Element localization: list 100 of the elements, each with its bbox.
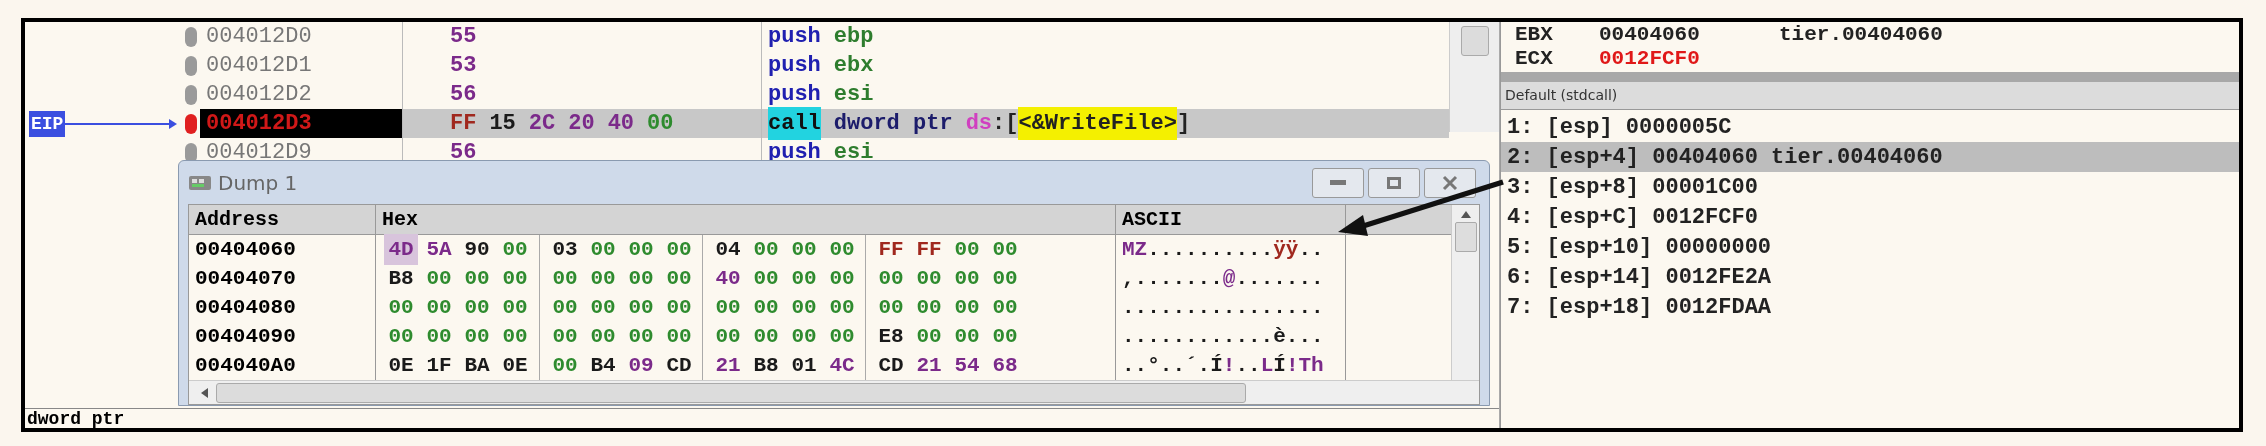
register-name: ECX — [1515, 47, 1554, 69]
opcode-byte: 53 — [450, 52, 477, 80]
column-header: Address — [195, 206, 279, 233]
instruction-cell-text: push ebp — [768, 23, 874, 51]
opcode-byte: 00 — [647, 110, 674, 138]
hex-byte: 00 — [991, 294, 1019, 321]
register-value[interactable]: 00404060 — [1599, 23, 1779, 45]
hex-byte: 00 — [877, 294, 905, 321]
hex-byte: 00 — [501, 323, 529, 350]
hex-byte: 00 — [463, 323, 491, 350]
close-button[interactable] — [1424, 167, 1476, 198]
hex-byte: 01 — [790, 352, 818, 379]
scrollbar-thumb[interactable] — [1460, 26, 1489, 56]
hex-byte: 4D — [384, 233, 418, 266]
hex-byte: B8 — [387, 265, 415, 292]
hex-byte: 00 — [752, 294, 780, 321]
hex-byte: 00 — [991, 236, 1019, 263]
hex-byte: CD — [665, 352, 693, 379]
maximize-button[interactable] — [1368, 167, 1420, 198]
minimize-button[interactable] — [1312, 167, 1364, 198]
argument-row[interactable]: 5: [esp+10] 00000000 — [1501, 232, 2239, 262]
hex-byte: 03 — [551, 236, 579, 263]
scrollbar[interactable] — [1451, 205, 1479, 380]
instruction-cell-text: push esi — [768, 81, 874, 109]
ascii-cell-text: ..°..´.Í!..LÍ!Th — [1122, 352, 1324, 379]
panel-header: Default (stdcall) — [1501, 82, 2239, 110]
hex-byte: 00 — [551, 352, 579, 379]
argument-row[interactable]: 7: [esp+18] 0012FDAA — [1501, 292, 2239, 322]
hex-byte: 00 — [501, 265, 529, 292]
ascii-cell-text: ................ — [1122, 294, 1324, 321]
address-cell-text: 00404090 — [195, 323, 296, 350]
hex-byte: 00 — [915, 265, 943, 292]
hex-byte: 54 — [953, 352, 981, 379]
argument-row[interactable]: 4: [esp+C] 0012FCF0 — [1501, 202, 2239, 232]
maximize-icon — [1387, 176, 1401, 189]
register-value[interactable]: 0012FCF0 — [1599, 47, 1779, 69]
hex-byte: 00 — [991, 323, 1019, 350]
scroll-up-icon[interactable] — [1460, 211, 1471, 218]
scroll-left-icon[interactable] — [201, 387, 208, 398]
hex-byte: 00 — [828, 294, 856, 321]
hex-byte: 00 — [425, 323, 453, 350]
address-cell-text: 00404070 — [195, 265, 296, 292]
register-name: EBX — [1515, 23, 1554, 45]
hex-byte: 04 — [714, 236, 742, 263]
hex-byte: CD — [877, 352, 905, 379]
hex-byte: 00 — [953, 323, 981, 350]
address-cell-text: 004012D9 — [206, 139, 312, 167]
hex-byte: 00 — [501, 294, 529, 321]
opcode-byte: 55 — [450, 23, 477, 51]
register-comment: tier.00404060 — [1779, 23, 1943, 45]
hex-byte: E8 — [877, 323, 905, 350]
address-cell-text: 004040A0 — [195, 352, 296, 379]
hex-byte: 0E — [387, 352, 415, 379]
window-title: Dump 1 — [218, 169, 298, 197]
hex-byte: 40 — [714, 265, 742, 292]
hex-byte: 00 — [551, 265, 579, 292]
hex-byte: 00 — [752, 236, 780, 263]
hex-byte: 00 — [790, 323, 818, 350]
argument-row[interactable]: 6: [esp+14] 0012FE2A — [1501, 262, 2239, 292]
hex-byte: 00 — [915, 323, 943, 350]
hex-byte: 09 — [627, 352, 655, 379]
address-cell-text: 004012D0 — [206, 23, 312, 51]
hex-byte: 00 — [752, 323, 780, 350]
hex-byte: 00 — [877, 265, 905, 292]
hex-byte: 68 — [991, 352, 1019, 379]
address-cell-text: 00404080 — [195, 294, 296, 321]
opcode-byte: 40 — [607, 110, 635, 138]
column-header: Hex — [382, 206, 418, 233]
hex-byte: 00 — [589, 236, 617, 263]
bullet-icon[interactable] — [185, 84, 197, 105]
hex-byte: 00 — [665, 265, 693, 292]
hex-byte: BA — [463, 352, 491, 379]
opcode-byte: 20 — [568, 110, 595, 138]
hex-byte: 00 — [463, 265, 491, 292]
hex-byte: 00 — [665, 236, 693, 263]
hex-byte: 00 — [627, 294, 655, 321]
scrollbar[interactable] — [1449, 22, 1499, 132]
bullet-icon[interactable] — [185, 142, 197, 163]
hex-byte: 4C — [828, 352, 856, 379]
hex-byte: 00 — [790, 265, 818, 292]
instruction-cell: call dword ptr ds:[<&WriteFile>] — [768, 107, 1191, 140]
hex-byte: 00 — [752, 265, 780, 292]
instruction-cell-text: push ebx — [768, 52, 874, 80]
hex-byte: 0E — [501, 352, 529, 379]
argument-row[interactable]: 1: [esp] 0000005C — [1501, 112, 2239, 142]
hex-byte: FF — [915, 236, 943, 263]
status-text: dword ptr — [27, 409, 125, 428]
scrollbar-thumb[interactable] — [216, 382, 1246, 403]
hex-byte: 00 — [790, 294, 818, 321]
argument-row[interactable]: 2: [esp+4] 00404060 tier.00404060 — [1501, 142, 2239, 172]
scrollbar[interactable] — [189, 380, 1479, 404]
bullet-icon[interactable] — [185, 26, 197, 47]
hex-byte: 00 — [953, 294, 981, 321]
address-cell-text: 004012D1 — [206, 52, 312, 80]
hex-byte: 00 — [953, 265, 981, 292]
scrollbar-thumb[interactable] — [1454, 222, 1477, 252]
opcode-byte: 56 — [450, 139, 477, 167]
bullet-icon[interactable] — [185, 55, 197, 76]
argument-row[interactable]: 3: [esp+8] 00001C00 — [1501, 172, 2239, 202]
hex-byte: 00 — [551, 294, 579, 321]
